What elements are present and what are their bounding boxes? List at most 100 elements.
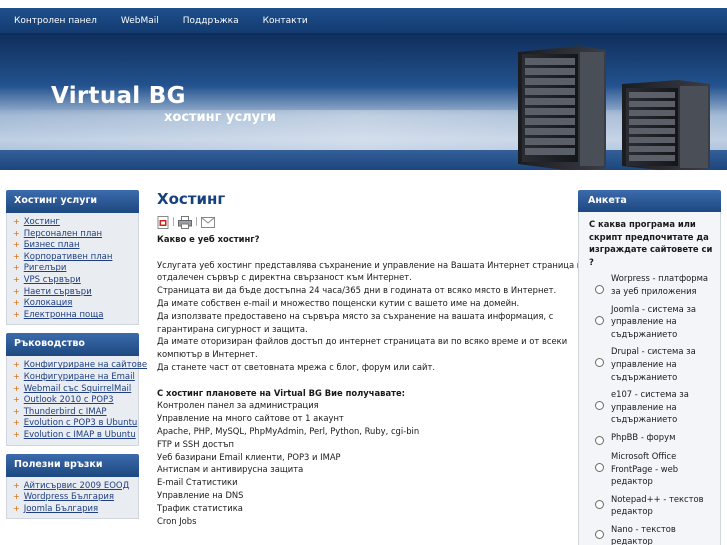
bullet-icon: + — [13, 371, 20, 381]
radio-button[interactable] — [595, 435, 604, 445]
print-icon[interactable] — [178, 215, 193, 229]
server-rack-image — [518, 46, 710, 170]
poll-option[interactable]: Notepad++ - текстов редактор — [589, 493, 720, 518]
list-item: + Айтисървис 2009 ЕООД — [13, 480, 130, 491]
bullet-icon: + — [13, 263, 20, 273]
list-item: + Хостинг — [13, 217, 60, 227]
site-subtitle: хостинг услуги — [164, 110, 277, 125]
bullet-icon: + — [13, 418, 20, 428]
bullet-icon: + — [13, 406, 20, 416]
paragraph-line: отдалечен сървър с директна свързаност к… — [157, 272, 412, 283]
list-item: + Thunderbird с IMAP — [13, 406, 107, 417]
radio-button[interactable] — [595, 529, 604, 539]
list-item: + Webmail със SquirrelMail — [13, 383, 132, 394]
list-item: + Електронна поща — [13, 309, 104, 320]
question-heading: Какво е уеб хостинг? — [157, 234, 260, 244]
list-item: + Наети сървъри — [13, 286, 92, 297]
page-title: Хостинг — [157, 190, 226, 208]
bullet-icon: + — [13, 360, 20, 370]
radio-button[interactable] — [595, 499, 604, 509]
box-title: Ръководство — [6, 333, 139, 357]
list-item: + Wordpress България — [13, 492, 115, 503]
pdf-icon[interactable] — [157, 215, 169, 229]
nav-support[interactable]: Поддръжка — [183, 16, 239, 26]
bullet-icon: + — [13, 383, 20, 393]
list-item: + Колокация — [13, 298, 73, 309]
list-item: + Бизнес план — [13, 240, 80, 251]
bullet-icon: + — [13, 240, 20, 250]
list-item: + Конфигуриране на Email — [13, 371, 135, 382]
bullet-icon: + — [13, 298, 20, 308]
bullet-icon: + — [13, 492, 20, 502]
feature-item: Уеб базирани Email клиенти, POP3 и IMAP — [157, 451, 341, 462]
bullet-icon: + — [13, 395, 20, 405]
feature-item: Apache, PHP, MySQL, PhpMyAdmin, Perl, Py… — [157, 425, 420, 436]
paragraph-line: Да имате собствен e-mail и множество пощ… — [157, 297, 520, 308]
radio-button[interactable] — [595, 285, 604, 295]
paragraph-line: гарантирана сигурност и защита. — [157, 323, 308, 334]
list-item: + Ригелъри — [13, 263, 67, 274]
radio-button[interactable] — [595, 401, 604, 411]
poll-option[interactable]: Joomla - система за управление на съдърж… — [589, 303, 720, 341]
guide-box: Ръководство + Конфигуриране на сайтове + К… — [6, 333, 148, 446]
bullet-icon: + — [13, 503, 20, 513]
radio-button[interactable] — [595, 358, 604, 368]
poll-option[interactable]: Drupal - система за управление на съдърж… — [589, 345, 720, 383]
nav-control-panel[interactable]: Контролен панел — [14, 16, 97, 26]
list-item: + Joomla България — [13, 503, 99, 514]
poll-option[interactable]: PhpBB - форум — [589, 431, 720, 445]
feature-item: Контролен панел за администрация — [157, 400, 319, 411]
feature-item: Управление на много сайтове от 1 акаунт — [157, 413, 344, 424]
bullet-icon: + — [13, 228, 20, 238]
main-content: Хостинг | | Какво е уеб хостинг? Услугат… — [157, 190, 588, 527]
list-item: + Evolution с IMAP в Ubuntu — [13, 429, 136, 440]
left-sidebar: Хостинг услуги + Хостинг + Персонален план… — [6, 190, 148, 527]
bullet-icon: + — [13, 251, 20, 261]
poll-option[interactable]: Microsoft Office FrontPage - web редакто… — [589, 450, 720, 488]
box-title: Хостинг услуги — [6, 190, 139, 213]
paragraph-line: Да използвате предоставено на сървъра мя… — [157, 310, 554, 321]
hosting-services-box: Хостинг услуги + Хостинг + Персонален план… — [6, 190, 139, 326]
paragraph-line: Да станете част от световната мрежа с бл… — [157, 361, 435, 372]
bullet-icon: + — [13, 480, 20, 490]
list-item: + Outlook 2010 с POP3 — [13, 395, 114, 406]
feature-item: Трафик статистика — [157, 502, 243, 513]
bullet-icon: + — [13, 429, 20, 439]
useful-links-box: Полезни връзки + Айтисървис 2009 ЕООД + Wo… — [6, 453, 139, 520]
bullet-icon: + — [13, 217, 20, 226]
poll-option[interactable]: Worpress - платформа за уеб приложения — [589, 272, 720, 297]
site-title: Virtual BG — [51, 83, 186, 109]
article-tools: | | — [157, 215, 569, 229]
email-icon[interactable] — [201, 216, 216, 228]
poll-question: С каква програма или скрипт предпочитате… — [589, 219, 713, 267]
poll-option[interactable]: e107 - система за управление на съдържан… — [589, 388, 720, 426]
feature-item: Cron Jobs — [157, 515, 197, 526]
feature-item: E-mail Статистики — [157, 477, 238, 488]
bullet-icon: + — [13, 286, 20, 296]
top-navigation: Контролен панел WebMail Поддръжка Контак… — [0, 8, 727, 34]
list-item: + Конфигуриране на сайтове — [13, 360, 148, 371]
poll-box: Анкета С каква програма или скрипт предп… — [578, 190, 721, 545]
feature-item: FTP и SSH достъп — [157, 438, 234, 449]
bullet-icon: + — [13, 309, 20, 319]
features-heading: С хостинг плановете на Virtual BG Вие по… — [157, 387, 406, 398]
paragraph-line: Услугата уеб хостинг представлява съхран… — [157, 259, 588, 270]
feature-item: Управление на DNS — [157, 489, 244, 500]
bullet-icon: + — [13, 274, 20, 284]
list-item: + VPS сървъри — [13, 274, 81, 285]
paragraph-line: компютър в Интернет. — [157, 349, 258, 360]
radio-button[interactable] — [595, 462, 604, 472]
paragraph-line: Да имате оторизиран файлов достъп до инт… — [157, 336, 568, 347]
feature-item: Антиспам и антивирусна защита — [157, 464, 304, 475]
list-item: + Корпоративен план — [13, 251, 113, 262]
radio-button[interactable] — [595, 315, 604, 325]
header-banner: Virtual BG хостинг услуги — [0, 34, 727, 170]
nav-webmail[interactable]: WebMail — [121, 16, 159, 26]
list-item: + Evolution с POP3 в Ubuntu — [13, 418, 138, 429]
list-item: + Персонален план — [13, 228, 103, 239]
paragraph-line: Страницата ви да бъде достъпна 24 часа/3… — [157, 285, 557, 296]
box-title: Полезни връзки — [6, 453, 139, 477]
poll-title: Анкета — [578, 190, 721, 212]
nav-contacts[interactable]: Контакти — [263, 16, 308, 26]
poll-option[interactable]: Nano - текстов редактор — [589, 523, 720, 545]
